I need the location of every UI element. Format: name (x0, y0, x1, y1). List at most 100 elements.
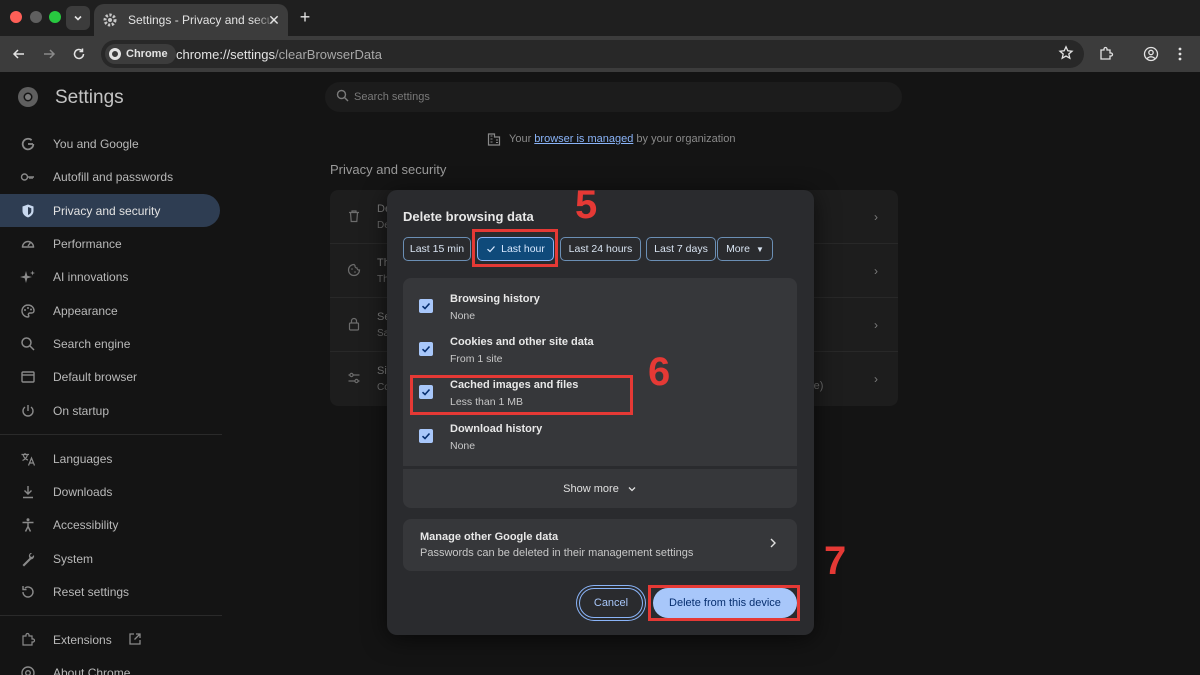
arrow-left-icon (12, 49, 24, 59)
shield-icon (22, 204, 34, 217)
managed-notice: Your browser is managed by your organiza… (487, 132, 735, 146)
sidebar-item-about-chrome[interactable]: About Chrome (0, 656, 220, 675)
power-icon (22, 404, 34, 417)
sidebar-item-label: Accessibility (53, 517, 119, 532)
browser-window-icon (21, 370, 35, 383)
manage-google-data-row[interactable]: Manage other Google data Passwords can b… (403, 519, 797, 571)
step-number-6: 6 (648, 350, 671, 394)
arrow-right-icon (44, 49, 56, 59)
sidebar-item-performance[interactable]: Performance (0, 227, 220, 260)
chrome-logo-icon (18, 87, 38, 107)
time-range-chip[interactable]: Last 24 hours (560, 237, 641, 261)
wrench-icon (22, 552, 35, 566)
sidebar-item-label: Languages (53, 451, 113, 466)
list-item[interactable]: Download history None (403, 416, 797, 459)
site-chip-label: Chrome (126, 48, 168, 60)
step-number-5: 5 (575, 183, 598, 227)
sidebar-item-system[interactable]: System (0, 542, 220, 575)
sidebar-item-label: Extensions (53, 632, 112, 647)
time-range-chip[interactable]: Last 7 days (646, 237, 716, 261)
address-bar[interactable]: Chrome chrome://settings/clearBrowserDat… (101, 40, 1084, 68)
sidebar-item-label: Default browser (53, 369, 138, 384)
time-range-chip[interactable]: Last 15 min (403, 237, 471, 261)
managed-link[interactable]: browser is managed (534, 133, 633, 145)
sidebar-item-privacy[interactable]: Privacy and security (0, 194, 220, 227)
close-window-button[interactable] (10, 11, 22, 23)
sidebar-divider (0, 615, 222, 616)
puzzle-icon (22, 632, 36, 646)
browser-toolbar: Chrome chrome://settings/clearBrowserDat… (0, 36, 1200, 72)
new-tab-button[interactable]: + (295, 8, 315, 28)
tab-title: Settings - Privacy and security (128, 13, 276, 27)
sidebar-item-label: Reset settings (53, 584, 130, 599)
profile-button[interactable] (1140, 43, 1162, 65)
show-more-button[interactable]: Show more (403, 469, 797, 508)
check-icon (421, 345, 431, 353)
forward-button[interactable] (38, 43, 60, 65)
chevron-down-icon (74, 15, 82, 21)
url-path: /clearBrowserData (275, 47, 382, 62)
caret-down-icon: ▼ (756, 244, 764, 254)
sidebar-item-on-startup[interactable]: On startup (0, 394, 220, 427)
checkbox-checked[interactable] (419, 342, 433, 356)
more-ranges-dropdown[interactable]: More ▼ (717, 237, 773, 261)
reload-icon (73, 48, 85, 60)
sidebar-item-autofill[interactable]: Autofill and passwords (0, 160, 220, 193)
check-icon (421, 432, 431, 440)
sidebar-item-default-browser[interactable]: Default browser (0, 360, 220, 393)
chevron-right-icon (770, 538, 776, 548)
extensions-button[interactable] (1095, 43, 1117, 65)
back-button[interactable] (8, 43, 30, 65)
sidebar-item-downloads[interactable]: Downloads (0, 475, 220, 508)
puzzle-icon (1100, 46, 1114, 60)
tab-search-button[interactable] (66, 6, 90, 30)
show-more-label: Show more (563, 482, 619, 495)
reset-icon (22, 585, 34, 598)
cancel-button[interactable]: Cancel (579, 588, 643, 618)
close-tab-icon[interactable]: ✕ (266, 12, 282, 28)
item-subtitle: None (450, 310, 476, 322)
menu-button[interactable] (1169, 43, 1191, 65)
sidebar-item-search-engine[interactable]: Search engine (0, 327, 220, 360)
minimize-window-button[interactable] (30, 11, 42, 23)
sidebar-item-languages[interactable]: Languages (0, 442, 220, 475)
sparkle-icon (20, 270, 35, 283)
google-icon (21, 137, 35, 150)
chevron-down-icon (628, 486, 636, 491)
item-subtitle: None (450, 440, 476, 452)
sidebar-item-label: Autofill and passwords (53, 169, 174, 184)
highlight-box-last-hour (472, 229, 558, 267)
sidebar-item-label: Search engine (53, 336, 131, 351)
translate-icon (21, 452, 36, 466)
chevron-right-icon: › (874, 264, 878, 278)
more-vertical-icon (1178, 47, 1182, 61)
checkbox-checked[interactable] (419, 299, 433, 313)
key-icon (20, 172, 34, 181)
bookmark-star-icon[interactable] (1058, 45, 1074, 66)
sidebar-item-ai-innovations[interactable]: AI innovations (0, 260, 220, 293)
sidebar-item-label: You and Google (53, 136, 139, 151)
row-title: Si (377, 365, 387, 377)
active-tab[interactable]: Settings - Privacy and security ✕ (94, 4, 288, 36)
sidebar-item-extensions[interactable]: Extensions (0, 623, 220, 656)
sidebar-item-reset-settings[interactable]: Reset settings (0, 575, 220, 608)
speedometer-icon (21, 240, 35, 248)
search-icon (336, 89, 349, 102)
maximize-window-button[interactable] (49, 11, 61, 23)
highlight-box-delete-button (648, 585, 800, 621)
list-item[interactable]: Cookies and other site data From 1 site (403, 329, 797, 372)
chip-label: Last 7 days (654, 243, 708, 255)
sidebar-item-appearance[interactable]: Appearance (0, 294, 220, 327)
search-settings-input[interactable]: Search settings (325, 82, 902, 112)
search-icon (21, 336, 35, 351)
sidebar-item-accessibility[interactable]: Accessibility (0, 508, 220, 541)
data-type-list: Browsing history None Cookies and other … (403, 278, 797, 466)
check-icon (421, 302, 431, 310)
chrome-icon (109, 48, 121, 60)
site-info-chip[interactable]: Chrome (105, 44, 176, 64)
url-text: chrome://settings/clearBrowserData (176, 47, 382, 62)
sidebar-item-you-and-google[interactable]: You and Google (0, 127, 220, 160)
reload-button[interactable] (68, 43, 90, 65)
checkbox-checked[interactable] (419, 429, 433, 443)
list-item[interactable]: Browsing history None (403, 286, 797, 329)
